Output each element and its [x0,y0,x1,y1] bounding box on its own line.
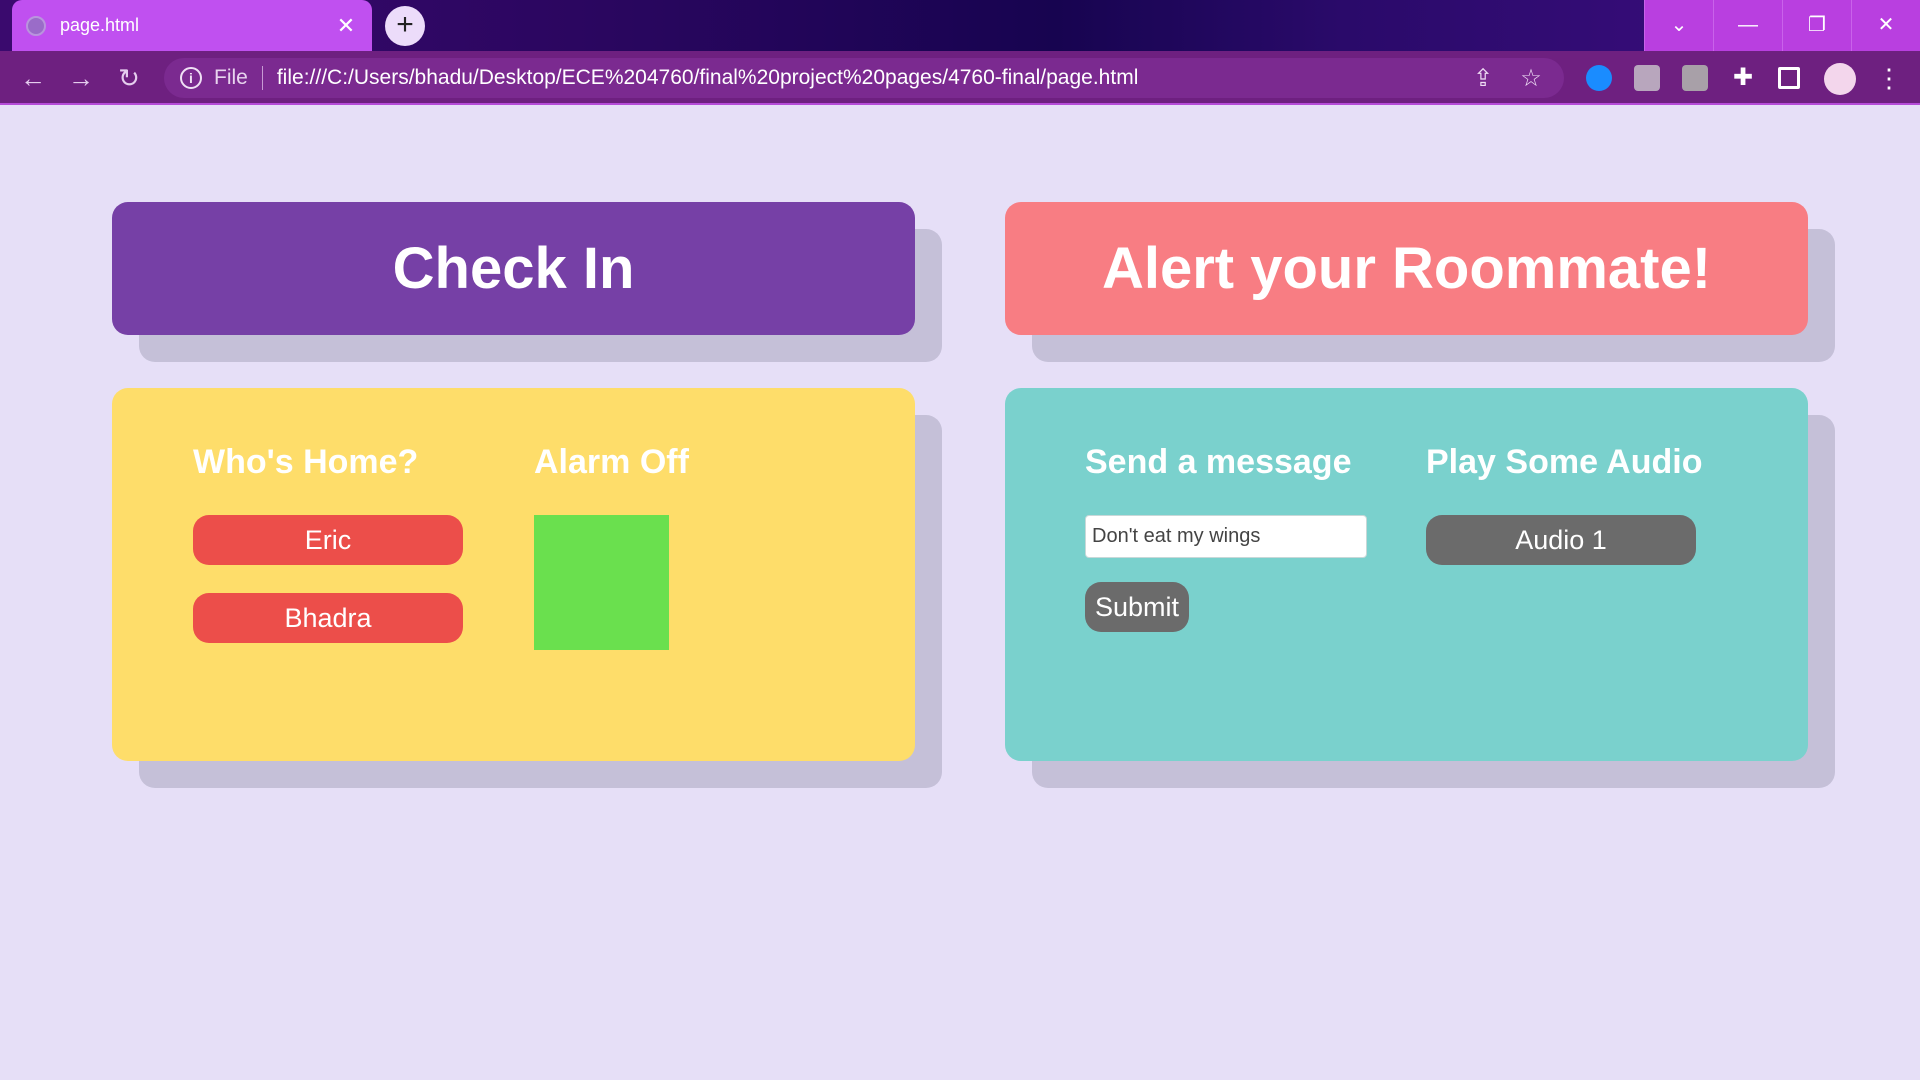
minimize-button[interactable]: — [1713,0,1782,51]
side-panel-icon[interactable] [1778,67,1800,89]
whos-home-title: Who's Home? [193,443,419,481]
scheme-label: File [214,66,248,89]
alert-header: Alert your Roommate! [1005,202,1808,335]
close-tab-icon[interactable]: ✕ [334,13,358,38]
alert-panel: Send a message Submit Play Some Audio Au… [1005,388,1808,761]
alarm-title: Alarm Off [534,443,689,481]
tab-title: page.html [60,15,140,35]
bookmark-star-icon[interactable]: ☆ [1516,64,1546,93]
forward-arrow-icon[interactable]: → [66,63,96,93]
checkmark-extension-icon[interactable] [1586,65,1612,91]
address-bar[interactable]: i File file:///C:/Users/bhadu/Desktop/EC… [164,58,1564,98]
check-in-header: Check In [112,202,915,335]
check-in-panel: Who's Home? Eric Bhadra Alarm Off [112,388,915,761]
browser-toolbar: ← → ↻ i File file:///C:/Users/bhadu/Desk… [0,51,1920,105]
extensions-puzzle-icon[interactable]: ✚ [1730,65,1756,91]
site-info-icon[interactable]: i [180,67,202,89]
back-arrow-icon[interactable]: ← [18,63,48,93]
browser-titlebar: page.html ✕ + ⌄ — ❐ ✕ [0,0,1920,51]
profile-avatar[interactable] [1824,63,1856,95]
close-window-button[interactable]: ✕ [1851,0,1920,51]
new-tab-button[interactable]: + [385,6,425,46]
tab-search-icon[interactable]: ⌄ [1644,0,1713,51]
check-in-title: Check In [392,236,635,301]
extension-bolt-icon[interactable] [1682,65,1708,91]
play-audio-title: Play Some Audio [1426,443,1703,481]
omnibox-divider [261,66,263,90]
alarm-status-indicator[interactable] [534,515,669,650]
window-controls: ⌄ — ❐ ✕ [1644,0,1920,51]
send-message-title: Send a message [1085,443,1352,481]
url-text[interactable]: file:///C:/Users/bhadu/Desktop/ECE%20476… [277,66,1468,90]
person-button-eric[interactable]: Eric [193,515,463,565]
message-input[interactable] [1085,515,1367,558]
extension-r-icon[interactable] [1634,65,1660,91]
reload-icon[interactable]: ↻ [114,63,144,93]
menu-kebab-icon[interactable]: ⋮ [1876,65,1902,91]
globe-icon [26,15,46,36]
restore-button[interactable]: ❐ [1782,0,1851,51]
share-icon[interactable]: ⇪ [1468,64,1498,93]
browser-tab[interactable]: page.html ✕ [12,0,372,51]
alert-title: Alert your Roommate! [1101,236,1712,301]
audio-1-button[interactable]: Audio 1 [1426,515,1696,565]
submit-button[interactable]: Submit [1085,582,1189,632]
person-button-bhadra[interactable]: Bhadra [193,593,463,643]
